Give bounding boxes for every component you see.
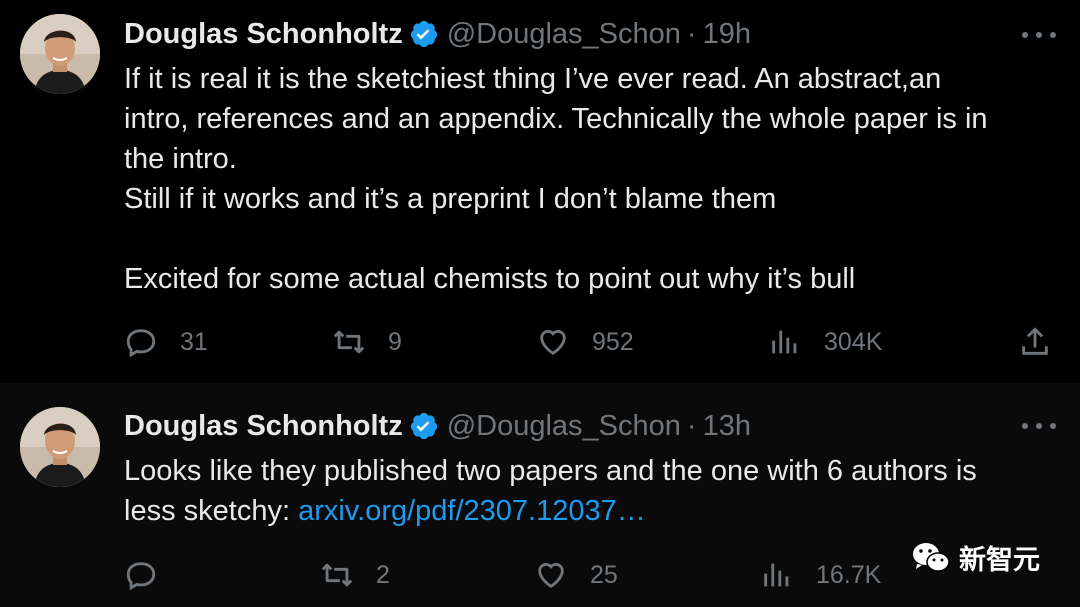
avatar[interactable]: [20, 407, 100, 487]
views-button[interactable]: 304K: [768, 322, 882, 362]
wechat-icon: [913, 542, 950, 572]
tweet-text-line: Still if it works and it’s a preprint I …: [124, 183, 777, 215]
reply-button[interactable]: [124, 555, 180, 595]
views-button[interactable]: 16.7K: [760, 555, 881, 595]
tweet-text-line: If it is real it is the sketchiest thing…: [124, 63, 942, 95]
like-button[interactable]: 25: [534, 555, 618, 595]
timestamp[interactable]: 13h: [703, 410, 751, 443]
tweet-text-line: less sketchy: arxiv.org/pdf/2307.12037…: [124, 491, 1054, 531]
tweet-text-line: [124, 219, 1054, 259]
like-count: 952: [592, 327, 634, 356]
avatar[interactable]: [20, 14, 100, 94]
share-button[interactable]: [1018, 322, 1074, 362]
reply-icon: [126, 329, 156, 358]
more-options-icon[interactable]: [1022, 30, 1056, 40]
tweet-text: Looks like they published two papers and…: [124, 451, 1054, 531]
tweet[interactable]: Douglas Schonholtz @Douglas_Schon · 19h …: [0, 0, 1080, 383]
watermark: 新智元: [911, 538, 1040, 577]
watermark-text: 新智元: [959, 545, 1040, 575]
more-options-icon[interactable]: [1022, 421, 1056, 431]
heart-icon: [538, 563, 564, 589]
retweet-button[interactable]: 9: [332, 322, 402, 362]
view-count: 16.7K: [816, 560, 882, 589]
tweet-text-line: Looks like they published two papers and…: [124, 455, 977, 487]
tweet-actions: 31 9 952 304K: [124, 322, 1060, 362]
verified-badge-icon: [410, 20, 437, 48]
author-name[interactable]: Douglas Schonholtz: [124, 18, 403, 51]
author-name[interactable]: Douglas Schonholtz: [124, 410, 403, 443]
like-count: 25: [590, 560, 618, 589]
tweet-text-prefix: less sketchy:: [124, 495, 299, 527]
author-handle[interactable]: @Douglas_Schon: [447, 410, 681, 443]
retweet-icon: [321, 563, 353, 587]
author-handle[interactable]: @Douglas_Schon: [447, 18, 681, 51]
retweet-count: 2: [376, 560, 390, 589]
views-icon: [772, 330, 797, 354]
tweet-text: If it is real it is the sketchiest thing…: [124, 59, 1054, 299]
separator-dot: ·: [686, 17, 697, 50]
views-icon: [764, 563, 789, 587]
timestamp[interactable]: 19h: [703, 18, 751, 51]
verified-badge-icon: [410, 412, 437, 440]
tweet-text-line: intro, references and an appendix. Techn…: [124, 103, 988, 135]
tweet-text-line: the intro.: [124, 143, 237, 175]
view-count: 304K: [824, 327, 883, 356]
retweet-button[interactable]: 2: [320, 555, 390, 595]
heart-icon: [540, 330, 566, 356]
retweet-icon: [333, 330, 365, 354]
tweet-header: Douglas Schonholtz @Douglas_Schon · 13h: [124, 406, 751, 446]
separator-dot: ·: [686, 409, 697, 442]
paper-link[interactable]: arxiv.org/pdf/2307.12037…: [298, 495, 646, 527]
retweet-count: 9: [388, 327, 402, 356]
reply-icon: [126, 562, 156, 591]
tweet-text-line: Excited for some actual chemists to poin…: [124, 263, 856, 295]
tweet-header: Douglas Schonholtz @Douglas_Schon · 19h: [124, 14, 751, 54]
reply-button[interactable]: 31: [124, 322, 208, 362]
reply-count: 31: [180, 327, 208, 356]
share-icon: [1022, 327, 1048, 355]
like-button[interactable]: 952: [536, 322, 634, 362]
